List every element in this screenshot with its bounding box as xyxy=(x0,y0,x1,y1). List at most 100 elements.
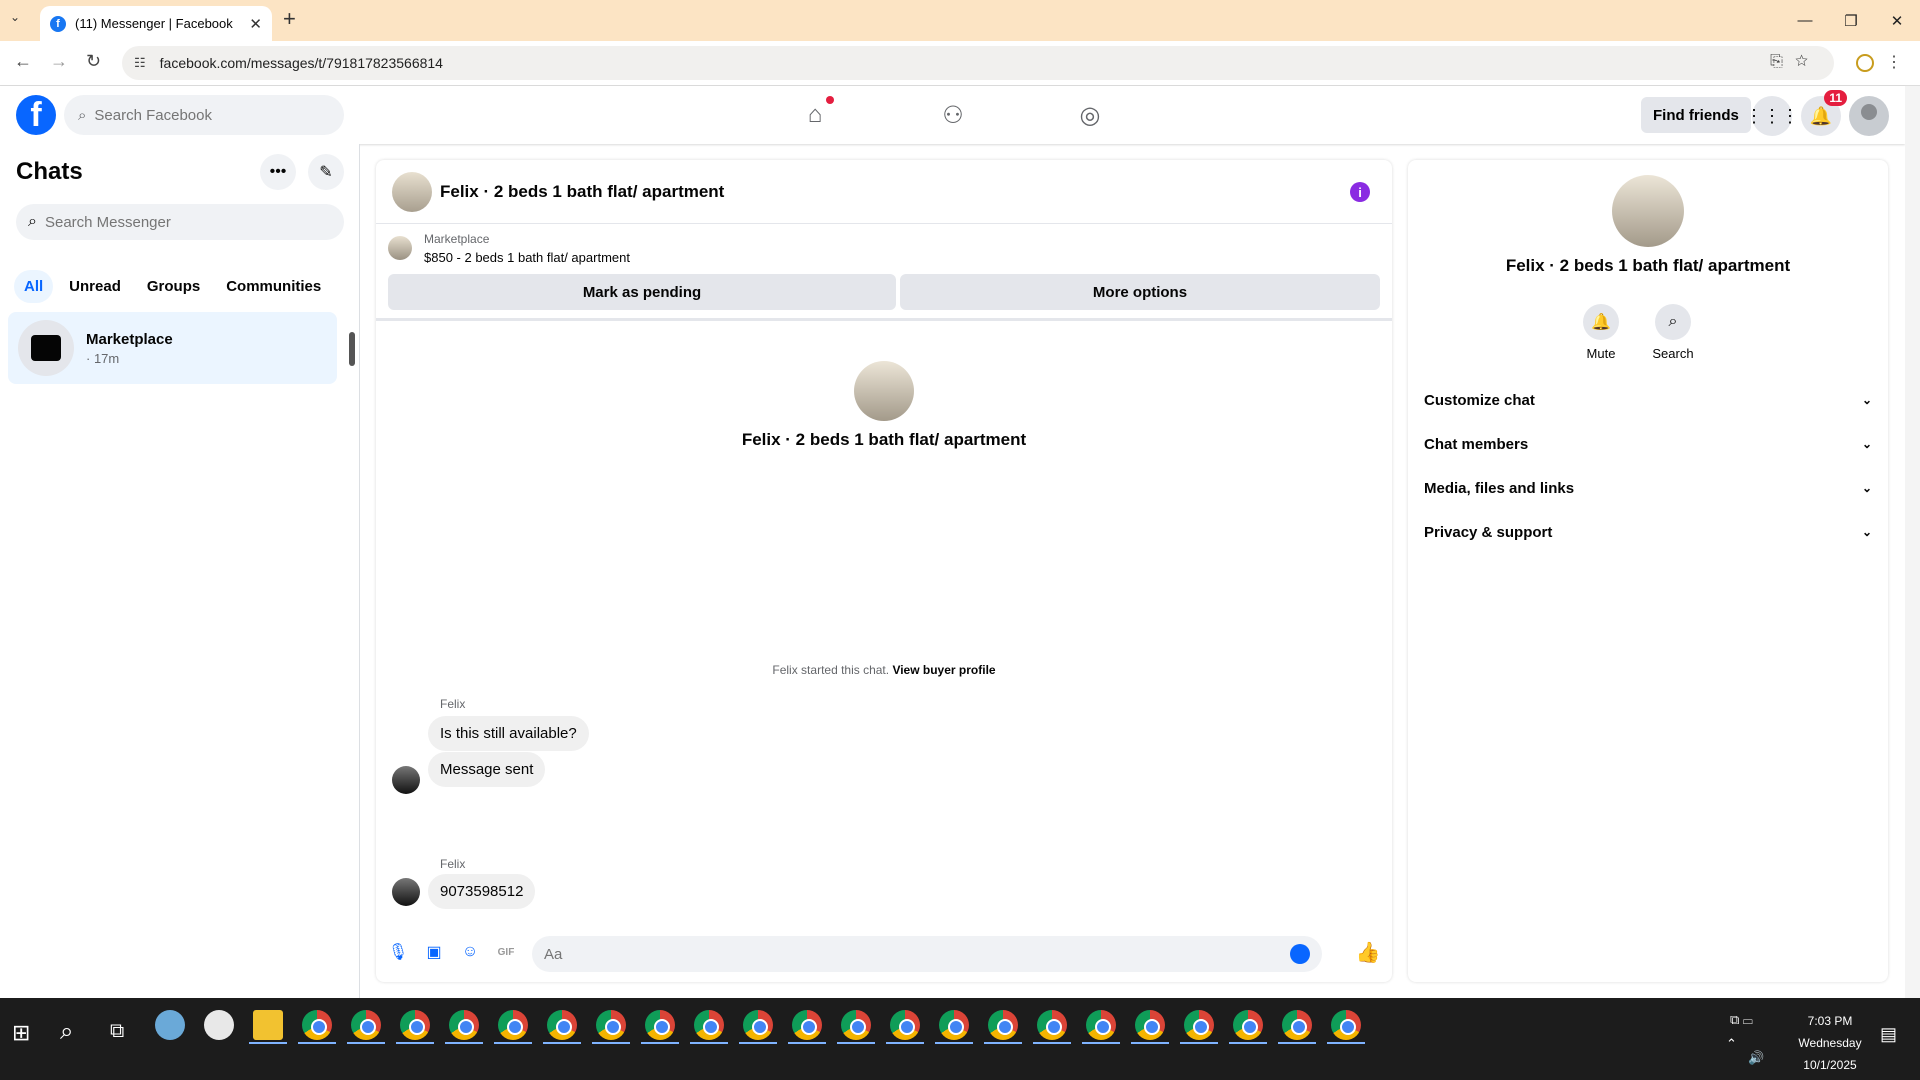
search-button[interactable]: ⌕ Search xyxy=(1643,304,1703,361)
filter-unread[interactable]: Unread xyxy=(59,270,131,303)
chrome-window-icon[interactable] xyxy=(596,1010,626,1040)
conversation-avatar[interactable] xyxy=(392,172,432,212)
facebook-search[interactable]: ⌕ xyxy=(64,95,344,135)
reload-icon[interactable]: ↻ xyxy=(86,51,101,72)
media-files-links-section[interactable]: Media, files and links ⌄ xyxy=(1424,466,1872,510)
chrome-window-icon[interactable] xyxy=(939,1010,969,1040)
notepad-app-icon[interactable] xyxy=(155,1010,185,1040)
page-scrollbar[interactable] xyxy=(1905,86,1920,998)
facebook-search-input[interactable] xyxy=(94,106,295,124)
tray-icons[interactable]: ⧉ ▭ xyxy=(1730,1012,1753,1028)
chrome-window-icon[interactable] xyxy=(1184,1010,1214,1040)
filter-all[interactable]: All xyxy=(14,270,54,303)
new-tab-icon[interactable]: + xyxy=(283,6,296,32)
sender-avatar[interactable] xyxy=(392,878,420,906)
microphone-icon[interactable]: 🎙 xyxy=(388,942,408,962)
gif-icon[interactable]: GIF xyxy=(496,942,516,962)
chevron-down-icon: ⌄ xyxy=(1861,393,1872,407)
chrome-window-icon[interactable] xyxy=(449,1010,479,1040)
message-input-box[interactable] xyxy=(532,936,1322,972)
more-options-icon[interactable]: ••• xyxy=(260,154,296,190)
chrome-window-icon[interactable] xyxy=(1282,1010,1312,1040)
close-tab-icon[interactable]: ✕ xyxy=(249,15,262,33)
chrome-window-icon[interactable] xyxy=(400,1010,430,1040)
chrome-window-icon[interactable] xyxy=(351,1010,381,1040)
running-indicator xyxy=(837,1042,875,1044)
chat-members-section[interactable]: Chat members ⌄ xyxy=(1424,422,1872,466)
view-buyer-profile-link[interactable]: View buyer profile xyxy=(892,663,995,677)
groups-icon[interactable]: ◎ xyxy=(1075,100,1105,130)
chrome-window-icon[interactable] xyxy=(743,1010,773,1040)
message-input[interactable] xyxy=(544,945,1244,963)
chrome-window-icon[interactable] xyxy=(547,1010,577,1040)
chat-list-scrollbar[interactable] xyxy=(348,318,356,380)
account-avatar[interactable] xyxy=(1849,96,1889,136)
marketplace-store-icon xyxy=(18,320,74,376)
chrome-window-icon[interactable] xyxy=(792,1010,822,1040)
messenger-search[interactable]: ⌕ xyxy=(16,204,344,240)
chrome-window-icon[interactable] xyxy=(1086,1010,1116,1040)
forward-icon[interactable]: → xyxy=(50,51,68,72)
chrome-window-icon[interactable] xyxy=(1037,1010,1067,1040)
message-bubble[interactable]: 9073598512 xyxy=(428,874,536,909)
chrome-window-icon[interactable] xyxy=(302,1010,332,1040)
chrome-window-icon[interactable] xyxy=(988,1010,1018,1040)
restore-icon[interactable]: ❐ xyxy=(1828,0,1874,41)
friends-icon[interactable]: ⚇ xyxy=(938,100,968,130)
chrome-window-icon[interactable] xyxy=(890,1010,920,1040)
facebook-logo-icon[interactable]: f xyxy=(16,95,56,135)
chat-list-item[interactable]: Marketplace · 17m xyxy=(8,312,337,384)
emoji-icon[interactable] xyxy=(1290,944,1310,964)
chrome-window-icon[interactable] xyxy=(694,1010,724,1040)
chrome-window-icon[interactable] xyxy=(645,1010,675,1040)
new-message-icon[interactable]: ✎ xyxy=(308,154,344,190)
more-options-button[interactable]: More options xyxy=(900,274,1380,310)
show-hidden-icons-icon[interactable]: ⌃ xyxy=(1726,1036,1737,1052)
clock-day: Wednesday xyxy=(1798,1036,1862,1050)
volume-icon[interactable]: 🔊 xyxy=(1748,1050,1764,1066)
privacy-support-section[interactable]: Privacy & support ⌄ xyxy=(1424,510,1872,554)
thumbs-up-icon[interactable]: 👍 xyxy=(1356,942,1381,964)
customize-chat-section[interactable]: Customize chat ⌄ xyxy=(1424,378,1872,422)
site-info-icon[interactable]: ☷ xyxy=(134,55,146,71)
message-bubble[interactable]: Message sent xyxy=(428,752,546,787)
info-icon[interactable]: i xyxy=(1350,182,1370,202)
photo-icon[interactable]: ▣ xyxy=(424,942,444,962)
details-avatar[interactable] xyxy=(1612,175,1684,247)
chrome-window-icon[interactable] xyxy=(1135,1010,1165,1040)
notification-center-icon[interactable]: ▤ xyxy=(1880,1024,1897,1045)
sticker-icon[interactable]: ☺ xyxy=(460,942,480,962)
file-explorer-icon[interactable] xyxy=(253,1010,283,1040)
task-view-icon[interactable]: ⧉ xyxy=(110,1020,124,1043)
windows-start-icon[interactable]: ⊞ xyxy=(12,1020,30,1046)
url-field[interactable]: ☷ facebook.com/messages/t/79181782356681… xyxy=(122,46,1834,80)
menu-grid-icon[interactable]: ⋮⋮⋮ xyxy=(1745,96,1799,136)
filter-groups[interactable]: Groups xyxy=(137,270,210,303)
browser-tab[interactable]: f (11) Messenger | Facebook ✕ xyxy=(40,6,272,41)
minimize-icon[interactable]: — xyxy=(1782,0,1828,41)
browser-menu-icon[interactable]: ⋮ xyxy=(1886,52,1902,72)
mark-as-pending-button[interactable]: Mark as pending xyxy=(388,274,896,310)
back-icon[interactable]: ← xyxy=(14,51,32,72)
system-clock[interactable]: 7:03 PM Wednesday 10/1/2025 xyxy=(1790,1010,1870,1076)
message-bubble[interactable]: Is this still available? xyxy=(428,716,589,751)
conversation-title[interactable]: Felix · 2 beds 1 bath flat/ apartment xyxy=(440,182,724,202)
chrome-window-icon[interactable] xyxy=(1233,1010,1263,1040)
conversation-panel: Felix · 2 beds 1 bath flat/ apartment i … xyxy=(376,160,1392,982)
tab-search-icon[interactable]: ⌄ xyxy=(10,10,20,24)
chrome-window-icon[interactable] xyxy=(841,1010,871,1040)
notifications-icon[interactable]: 🔔 11 xyxy=(1801,90,1847,136)
paint-app-icon[interactable] xyxy=(204,1010,234,1040)
chrome-window-icon[interactable] xyxy=(498,1010,528,1040)
chrome-window-icon[interactable] xyxy=(1331,1010,1361,1040)
close-window-icon[interactable]: ✕ xyxy=(1874,0,1920,41)
browser-profile-icon[interactable] xyxy=(1856,54,1874,72)
sender-avatar[interactable] xyxy=(392,766,420,794)
install-and-bookmark-icons[interactable]: ⎘☆ xyxy=(1770,53,1820,71)
filter-communities[interactable]: Communities xyxy=(216,270,331,303)
mute-button[interactable]: 🔔 Mute xyxy=(1571,304,1631,361)
messenger-search-input[interactable] xyxy=(44,213,325,231)
home-icon[interactable]: ⌂ xyxy=(800,96,834,130)
taskbar-search-icon[interactable]: ⌕ xyxy=(60,1018,73,1046)
find-friends-button[interactable]: Find friends xyxy=(1641,97,1751,133)
